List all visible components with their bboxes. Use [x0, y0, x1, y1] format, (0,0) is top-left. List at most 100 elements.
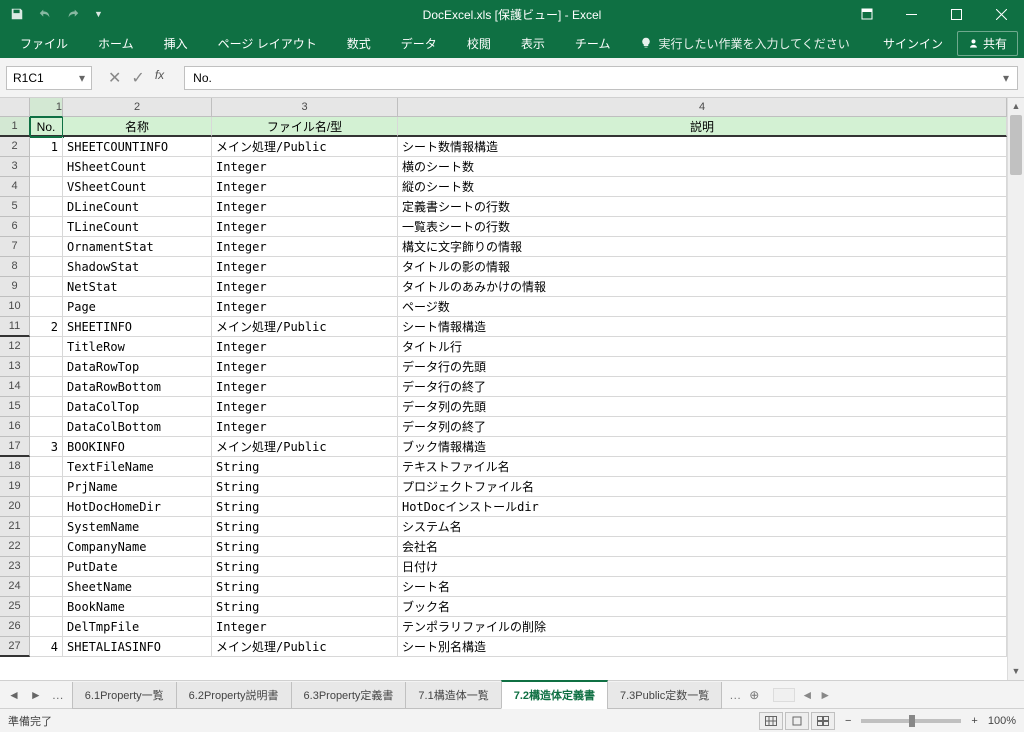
cell[interactable]: 会社名 [398, 537, 1007, 557]
cell[interactable]: テンポラリファイルの削除 [398, 617, 1007, 637]
row-header[interactable]: 2 [0, 137, 30, 157]
cell[interactable]: メイン処理/Public [212, 637, 398, 657]
column-header[interactable]: 1 [30, 98, 63, 117]
cell[interactable]: ファイル名/型 [212, 117, 398, 137]
cell[interactable] [30, 397, 63, 417]
row-header[interactable]: 26 [0, 617, 30, 637]
cell[interactable] [30, 457, 63, 477]
scroll-track[interactable] [1008, 115, 1024, 663]
row-header[interactable]: 5 [0, 197, 30, 217]
cell[interactable] [30, 197, 63, 217]
zoom-level[interactable]: 100% [988, 715, 1016, 727]
tab-view[interactable]: 表示 [507, 29, 559, 58]
scroll-thumb[interactable] [1010, 115, 1022, 175]
cell[interactable]: ブック名 [398, 597, 1007, 617]
cell[interactable]: 2 [30, 317, 63, 337]
cell[interactable]: テキストファイル名 [398, 457, 1007, 477]
tab-prev-page-icon[interactable]: ◄ [801, 688, 819, 702]
cell[interactable]: DataRowBottom [63, 377, 212, 397]
cell[interactable]: タイトルのあみかけの情報 [398, 277, 1007, 297]
row-header[interactable]: 1 [0, 117, 30, 137]
cell[interactable]: タイトルの影の情報 [398, 257, 1007, 277]
cell[interactable]: SHETALIASINFO [63, 637, 212, 657]
cell[interactable] [30, 237, 63, 257]
tab-insert[interactable]: 挿入 [150, 29, 202, 58]
tab-home[interactable]: ホーム [84, 29, 148, 58]
cell[interactable]: ブック情報構造 [398, 437, 1007, 457]
row-header[interactable]: 4 [0, 177, 30, 197]
cell[interactable]: SHEETINFO [63, 317, 212, 337]
tab-next-page-icon[interactable]: ► [819, 688, 837, 702]
cell[interactable]: BOOKINFO [63, 437, 212, 457]
row-header[interactable]: 25 [0, 597, 30, 617]
scroll-up-icon[interactable]: ▲ [1008, 98, 1024, 115]
vertical-scrollbar[interactable]: ▲ ▼ [1007, 98, 1024, 680]
row-header[interactable]: 7 [0, 237, 30, 257]
cell[interactable]: Integer [212, 217, 398, 237]
save-icon[interactable] [10, 7, 24, 21]
cell[interactable]: TitleRow [63, 337, 212, 357]
cell[interactable] [30, 377, 63, 397]
row-header[interactable]: 8 [0, 257, 30, 277]
cell[interactable] [30, 277, 63, 297]
new-sheet-icon[interactable]: ⊕ [749, 688, 759, 702]
tab-pagelayout[interactable]: ページ レイアウト [204, 29, 331, 58]
cell[interactable]: DataColBottom [63, 417, 212, 437]
cell[interactable] [30, 157, 63, 177]
cell[interactable]: SystemName [63, 517, 212, 537]
tab-file[interactable]: ファイル [6, 29, 82, 58]
row-header[interactable]: 27 [0, 637, 30, 657]
close-button[interactable] [979, 0, 1024, 28]
cell[interactable]: プロジェクトファイル名 [398, 477, 1007, 497]
row-header[interactable]: 17 [0, 437, 30, 457]
cell[interactable]: Integer [212, 277, 398, 297]
row-header[interactable]: 12 [0, 337, 30, 357]
cell[interactable]: メイン処理/Public [212, 137, 398, 157]
cell[interactable]: 日付け [398, 557, 1007, 577]
cell[interactable]: No. [30, 117, 63, 137]
cell[interactable]: タイトル行 [398, 337, 1007, 357]
undo-icon[interactable] [38, 7, 52, 21]
cell[interactable]: CompanyName [63, 537, 212, 557]
cell[interactable]: Integer [212, 397, 398, 417]
cell[interactable]: Integer [212, 297, 398, 317]
zoom-in-button[interactable]: + [971, 715, 977, 727]
cell[interactable]: SheetName [63, 577, 212, 597]
cell[interactable]: 4 [30, 637, 63, 657]
tab-first-icon[interactable]: ◄ [8, 688, 20, 702]
cell[interactable]: メイン処理/Public [212, 317, 398, 337]
cell[interactable]: Integer [212, 257, 398, 277]
cell[interactable]: データ行の先頭 [398, 357, 1007, 377]
sheet-tab[interactable]: 6.1Property一覧 [72, 682, 177, 709]
signin-link[interactable]: サインイン [883, 35, 943, 52]
cancel-formula-icon[interactable]: ✕ [108, 68, 121, 88]
cell[interactable] [30, 517, 63, 537]
column-header[interactable]: 2 [63, 98, 212, 117]
row-header[interactable]: 14 [0, 377, 30, 397]
view-pagelayout-button[interactable] [785, 712, 809, 730]
cell[interactable]: OrnamentStat [63, 237, 212, 257]
column-header[interactable]: 4 [398, 98, 1007, 117]
cell[interactable]: Integer [212, 357, 398, 377]
zoom-out-button[interactable]: − [845, 715, 851, 727]
row-header[interactable]: 19 [0, 477, 30, 497]
cell[interactable]: 縦のシート数 [398, 177, 1007, 197]
expand-formula-icon[interactable]: ▾ [1003, 71, 1009, 85]
cell[interactable]: 3 [30, 437, 63, 457]
row-header[interactable]: 20 [0, 497, 30, 517]
row-header[interactable]: 18 [0, 457, 30, 477]
cell[interactable]: シート数情報構造 [398, 137, 1007, 157]
share-button[interactable]: 共有 [957, 31, 1018, 56]
cell[interactable]: シート名 [398, 577, 1007, 597]
cell[interactable]: String [212, 537, 398, 557]
row-header[interactable]: 22 [0, 537, 30, 557]
row-header[interactable]: 11 [0, 317, 30, 337]
cell[interactable]: ShadowStat [63, 257, 212, 277]
sheet-tab[interactable]: 6.3Property定義書 [291, 682, 407, 709]
cell[interactable]: SHEETCOUNTINFO [63, 137, 212, 157]
view-normal-button[interactable] [759, 712, 783, 730]
cell[interactable] [30, 297, 63, 317]
cell[interactable]: NetStat [63, 277, 212, 297]
cell[interactable] [30, 557, 63, 577]
cell[interactable]: 一覧表シートの行数 [398, 217, 1007, 237]
